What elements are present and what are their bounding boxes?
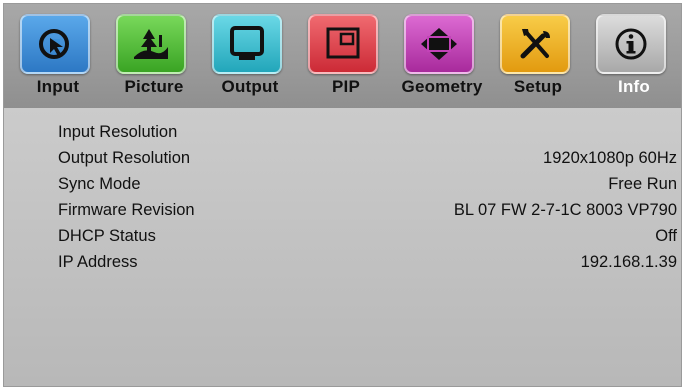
info-row-input-resolution: Input Resolution <box>4 123 681 149</box>
info-value: 192.168.1.39 <box>580 253 677 271</box>
tab-geometry-label: Geometry <box>401 77 483 96</box>
info-label: IP Address <box>58 253 138 271</box>
info-label: Output Resolution <box>58 149 191 167</box>
tab-picture[interactable]: Picture <box>110 10 196 102</box>
info-row-dhcp-status: DHCP Status Off <box>4 227 681 253</box>
tools-icon <box>500 14 570 74</box>
info-icon <box>596 14 666 74</box>
tab-picture-label: Picture <box>124 77 184 96</box>
info-label: Input Resolution <box>58 123 178 141</box>
pip-icon <box>308 14 378 74</box>
tab-pip-label: PIP <box>331 77 360 96</box>
tab-input-label: Input <box>36 77 80 96</box>
tab-output-label: Output <box>221 77 279 96</box>
input-cursor-icon <box>20 14 90 74</box>
tab-info[interactable]: Info <box>590 10 676 102</box>
info-row-output-resolution: Output Resolution 1920x1080p 60Hz <box>4 149 681 175</box>
monitor-icon <box>212 14 282 74</box>
tab-geometry[interactable]: Geometry <box>398 10 484 102</box>
info-value: 1920x1080p 60Hz <box>543 149 677 167</box>
info-value: Free Run <box>608 175 677 193</box>
info-value: Off <box>655 227 677 245</box>
osd-menu: Input Picture Output PIP Geometry Setup … <box>3 3 682 387</box>
tab-info-label: Info <box>618 77 650 96</box>
info-label: Sync Mode <box>58 175 141 193</box>
geometry-icon <box>404 14 474 74</box>
info-value: BL 07 FW 2-7-1C 8003 VP790 <box>453 201 677 219</box>
tab-output[interactable]: Output <box>206 10 292 102</box>
tab-setup-label: Setup <box>513 77 563 96</box>
info-row-ip-address: IP Address 192.168.1.39 <box>4 253 681 279</box>
menu-tab-bar: Input Picture Output PIP Geometry Setup … <box>4 4 681 108</box>
info-row-firmware-revision: Firmware Revision BL 07 FW 2-7-1C 8003 V… <box>4 201 681 227</box>
tab-setup[interactable]: Setup <box>494 10 580 102</box>
tab-pip[interactable]: PIP <box>302 10 388 102</box>
info-label: DHCP Status <box>58 227 156 245</box>
landscape-icon <box>116 14 186 74</box>
info-row-sync-mode: Sync Mode Free Run <box>4 175 681 201</box>
tab-input[interactable]: Input <box>14 10 100 102</box>
info-label: Firmware Revision <box>58 201 195 219</box>
